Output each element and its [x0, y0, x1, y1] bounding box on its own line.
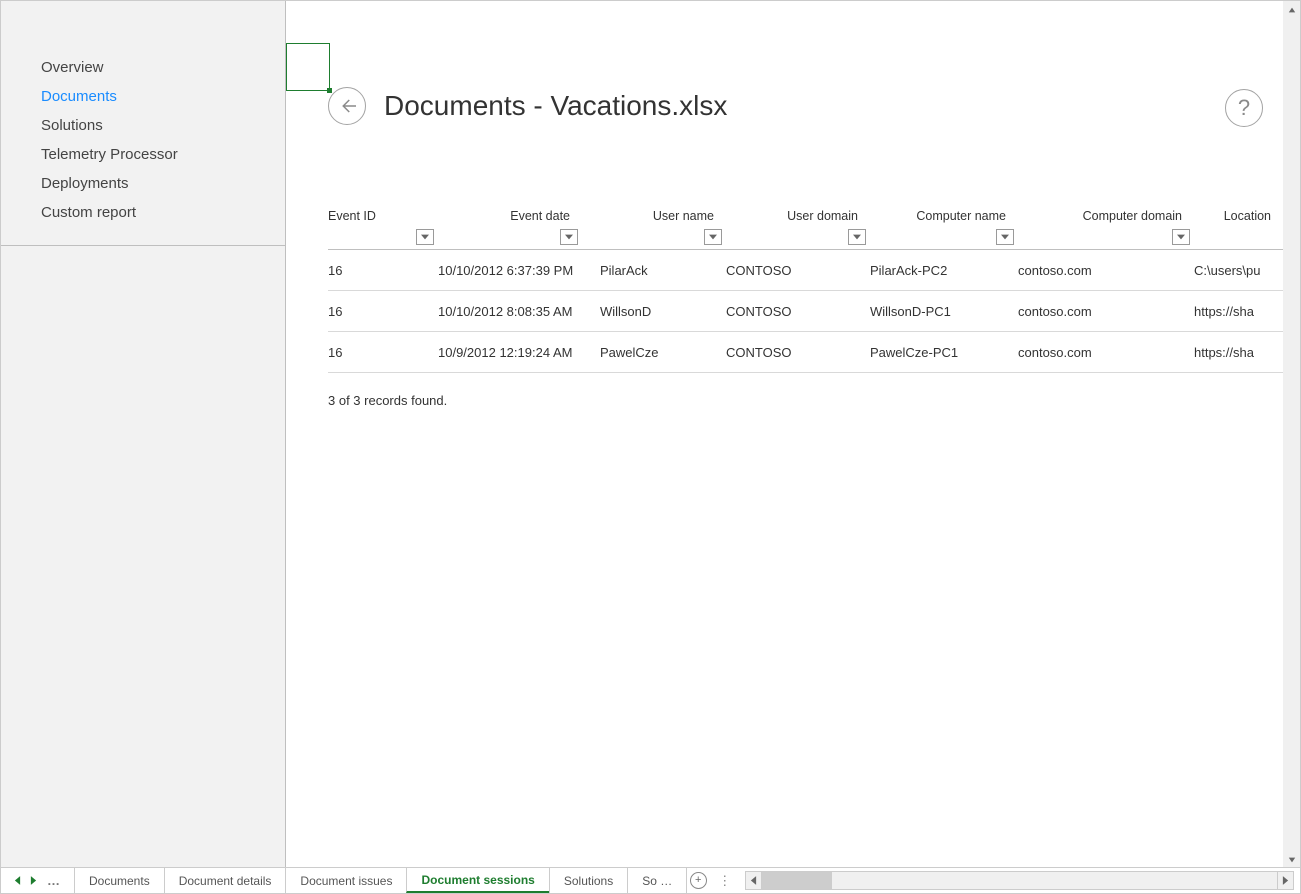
scroll-up-icon[interactable]: [1283, 1, 1300, 18]
help-button[interactable]: ?: [1225, 89, 1263, 127]
col-computer-name: Computer name: [870, 209, 1018, 249]
tab-scroll-right[interactable]: [25, 876, 41, 885]
tab-scroll-left[interactable]: [9, 876, 25, 885]
cell-computer-domain: contoso.com: [1018, 345, 1194, 360]
col-user-name: User name: [582, 209, 726, 249]
cell-user-name: WillsonD: [582, 304, 726, 319]
table-row[interactable]: 16 10/10/2012 8:08:35 AM WillsonD CONTOS…: [328, 291, 1283, 332]
page-header: Documents - Vacations.xlsx: [328, 87, 1263, 125]
arrow-left-icon: [338, 97, 356, 115]
content-pane: Documents - Vacations.xlsx ? Event ID Ev…: [286, 1, 1283, 868]
cell-event-id: 16: [328, 263, 438, 278]
cell-event-date: 10/10/2012 6:37:39 PM: [438, 263, 582, 278]
tab-documents[interactable]: Documents: [74, 868, 165, 893]
record-count-status: 3 of 3 records found.: [328, 393, 447, 408]
chevron-down-icon: [1001, 234, 1009, 240]
filter-user-domain[interactable]: [848, 229, 866, 245]
filter-event-date[interactable]: [560, 229, 578, 245]
chevron-down-icon: [853, 234, 861, 240]
col-event-id: Event ID: [328, 209, 438, 249]
sidebar-item-solutions[interactable]: Solutions: [1, 111, 285, 140]
table-header: Event ID Event date User name User domai…: [328, 201, 1283, 250]
sidebar-item-overview[interactable]: Overview: [1, 53, 285, 82]
cell-computer-name: PawelCze-PC1: [870, 345, 1018, 360]
page-title: Documents - Vacations.xlsx: [384, 90, 727, 122]
tab-document-sessions[interactable]: Document sessions: [406, 868, 549, 893]
cell-computer-name: WillsonD-PC1: [870, 304, 1018, 319]
chevron-down-icon: [565, 234, 573, 240]
worksheet-tab-strip: … Documents Document details Document is…: [1, 867, 1300, 893]
question-icon: ?: [1238, 95, 1250, 121]
tab-document-details[interactable]: Document details: [164, 868, 287, 893]
new-sheet-button[interactable]: +: [686, 868, 710, 893]
cell-user-domain: CONTOSO: [726, 345, 870, 360]
cell-event-id: 16: [328, 304, 438, 319]
cell-user-name: PawelCze: [582, 345, 726, 360]
table-row[interactable]: 16 10/9/2012 12:19:24 AM PawelCze CONTOS…: [328, 332, 1283, 373]
cell-computer-name: PilarAck-PC2: [870, 263, 1018, 278]
sidebar-item-deployments[interactable]: Deployments: [1, 169, 285, 198]
cell-location: https://sha: [1194, 304, 1283, 319]
cell-location: C:\users\pu: [1194, 263, 1283, 278]
col-user-domain: User domain: [726, 209, 870, 249]
horizontal-scrollbar[interactable]: [745, 871, 1294, 890]
cell-computer-domain: contoso.com: [1018, 263, 1194, 278]
cell-computer-domain: contoso.com: [1018, 304, 1194, 319]
filter-event-id[interactable]: [416, 229, 434, 245]
tab-truncated[interactable]: So …: [627, 868, 687, 893]
sidebar-item-telemetry-processor[interactable]: Telemetry Processor: [1, 140, 285, 169]
sidebar-item-documents[interactable]: Documents: [1, 82, 285, 111]
tab-document-issues[interactable]: Document issues: [285, 868, 407, 893]
chevron-down-icon: [1177, 234, 1185, 240]
col-event-date: Event date: [438, 209, 582, 249]
back-button[interactable]: [328, 87, 366, 125]
cell-user-name: PilarAck: [582, 263, 726, 278]
hscroll-track[interactable]: [762, 871, 1277, 890]
filter-computer-domain[interactable]: [1172, 229, 1190, 245]
cell-event-date: 10/10/2012 8:08:35 AM: [438, 304, 582, 319]
tab-nav-controls: …: [1, 868, 74, 893]
active-cell-indicator[interactable]: [286, 43, 330, 91]
cell-event-id: 16: [328, 345, 438, 360]
cell-location: https://sha: [1194, 345, 1283, 360]
hscroll-left-icon[interactable]: [745, 871, 762, 890]
cell-user-domain: CONTOSO: [726, 263, 870, 278]
col-computer-domain: Computer domain: [1018, 209, 1194, 249]
sessions-table: Event ID Event date User name User domai…: [328, 201, 1283, 373]
plus-icon: +: [690, 872, 707, 889]
tab-options-icon[interactable]: ⋮: [710, 868, 739, 893]
hscroll-right-icon[interactable]: [1277, 871, 1294, 890]
sidebar-item-custom-report[interactable]: Custom report: [1, 198, 285, 227]
app-window: Overview Documents Solutions Telemetry P…: [0, 0, 1301, 894]
sidebar: Overview Documents Solutions Telemetry P…: [1, 1, 286, 868]
filter-computer-name[interactable]: [996, 229, 1014, 245]
sidebar-nav: Overview Documents Solutions Telemetry P…: [1, 43, 285, 227]
scroll-down-icon[interactable]: [1283, 851, 1300, 868]
filter-user-name[interactable]: [704, 229, 722, 245]
chevron-down-icon: [709, 234, 717, 240]
cell-event-date: 10/9/2012 12:19:24 AM: [438, 345, 582, 360]
vertical-scrollbar[interactable]: [1282, 1, 1300, 868]
hscroll-thumb[interactable]: [762, 872, 832, 889]
col-location: Location: [1194, 209, 1283, 249]
table-row[interactable]: 16 10/10/2012 6:37:39 PM PilarAck CONTOS…: [328, 250, 1283, 291]
cell-user-domain: CONTOSO: [726, 304, 870, 319]
chevron-down-icon: [421, 234, 429, 240]
tab-more-icon[interactable]: …: [41, 873, 66, 888]
tab-solutions[interactable]: Solutions: [549, 868, 628, 893]
